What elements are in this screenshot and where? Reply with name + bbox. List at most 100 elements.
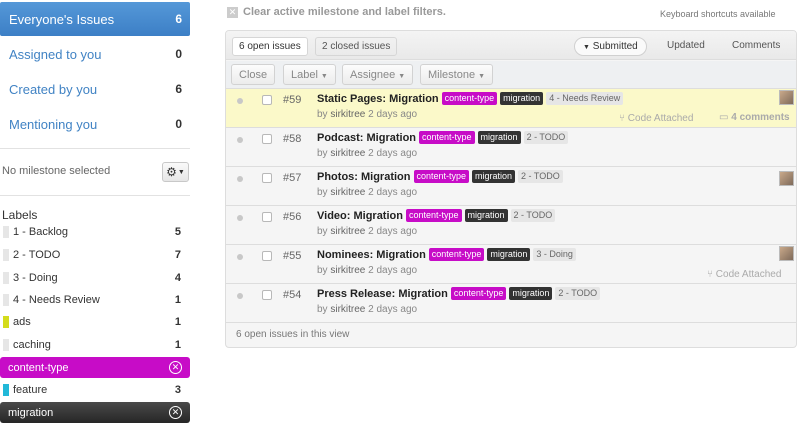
remove-filter-icon[interactable]: ✕	[169, 361, 182, 374]
issue-label[interactable]: 2 - TODO	[510, 209, 556, 222]
avatar[interactable]	[779, 90, 794, 105]
issue-checkbox[interactable]	[262, 134, 272, 144]
tab-open-issues[interactable]: 6 open issues	[232, 37, 308, 56]
issue-label[interactable]: 4 - Needs Review	[546, 92, 624, 105]
sort-comments[interactable]: Comments	[732, 37, 780, 56]
issue-author[interactable]: sirkitree	[330, 226, 365, 237]
issue-label[interactable]: content-type	[441, 92, 498, 105]
issue-title-line: Photos: Migration content-type migration…	[317, 170, 566, 183]
issue-label[interactable]: content-type	[405, 209, 462, 222]
issue-checkbox[interactable]	[262, 290, 272, 300]
issue-checkbox[interactable]	[262, 251, 272, 261]
label-item-4-needs-review[interactable]: 4 - Needs Review 1	[0, 290, 190, 310]
label-item-1-backlog[interactable]: 1 - Backlog 5	[0, 222, 190, 242]
filter-count: 6	[175, 12, 182, 26]
issue-checkbox[interactable]	[262, 95, 272, 105]
issue-row[interactable]: #59 Static Pages: Migration content-type…	[226, 89, 796, 128]
issue-time: 2 days ago	[368, 109, 418, 120]
label-swatch	[3, 272, 9, 284]
caret-down-icon: ▼	[320, 73, 328, 80]
tab-closed-issues[interactable]: 2 closed issues	[315, 37, 398, 56]
keyboard-shortcuts-link[interactable]: Keyboard shortcuts available	[660, 9, 776, 19]
label-count: 3	[174, 384, 181, 396]
gear-icon: ⚙	[166, 165, 177, 179]
sort-updated[interactable]: Updated	[667, 37, 705, 56]
code-attached-indicator: ⑂ Code Attached	[619, 113, 693, 124]
milestone-settings-button[interactable]: ⚙ ▼	[162, 162, 189, 182]
avatar[interactable]	[779, 246, 794, 261]
caret-down-icon: ▼	[583, 44, 590, 51]
sort-submitted[interactable]: ▼ Submitted	[574, 37, 647, 56]
issue-title[interactable]: Photos: Migration	[317, 171, 411, 183]
label-name: 4 - Needs Review	[13, 294, 100, 306]
issue-row[interactable]: #57 Photos: Migration content-type migra…	[226, 167, 796, 206]
divider	[0, 195, 190, 196]
issue-label[interactable]: content-type	[428, 248, 485, 261]
label-dropdown[interactable]: Label ▼	[283, 64, 336, 85]
issue-label[interactable]: migration	[500, 92, 544, 105]
label-name: migration	[8, 406, 54, 419]
issue-row[interactable]: #54 Press Release: Migration content-typ…	[226, 284, 796, 323]
issue-checkbox[interactable]	[262, 173, 272, 183]
assignee-dropdown[interactable]: Assignee ▼	[342, 64, 414, 85]
issue-title[interactable]: Nominees: Migration	[317, 249, 426, 261]
close-button[interactable]: Close	[231, 64, 276, 85]
issue-label[interactable]: migration	[509, 287, 553, 300]
issue-label[interactable]: 2 - TODO	[518, 170, 563, 183]
issue-title[interactable]: Static Pages: Migration	[317, 93, 439, 105]
issue-author[interactable]: sirkitree	[330, 304, 365, 315]
filter-assigned-to-you[interactable]: Assigned to you 0	[0, 37, 190, 71]
issue-label[interactable]: migration	[464, 209, 508, 222]
issue-title[interactable]: Press Release: Migration	[317, 288, 448, 300]
issue-meta: by sirkitree 2 days ago	[317, 304, 418, 315]
code-attached-text: Code Attached	[627, 113, 694, 124]
issue-label[interactable]: content-type	[450, 287, 507, 300]
filter-mentioning-you[interactable]: Mentioning you 0	[0, 107, 190, 141]
filter-created-by-you[interactable]: Created by you 6	[0, 72, 190, 106]
issue-number: #55	[283, 250, 302, 262]
label-item-caching[interactable]: caching 1	[0, 335, 190, 355]
issue-label[interactable]: migration	[487, 248, 531, 261]
issue-label[interactable]: migration	[477, 131, 521, 144]
label-item-feature[interactable]: feature 3	[0, 380, 190, 400]
issue-label[interactable]: 2 - TODO	[523, 131, 569, 144]
issue-author[interactable]: sirkitree	[330, 109, 365, 120]
label-item-migration[interactable]: migration ✕	[0, 402, 190, 423]
label-item-3-doing[interactable]: 3 - Doing 4	[0, 268, 190, 288]
issue-checkbox[interactable]	[262, 212, 272, 222]
filter-everyones-issues[interactable]: Everyone's Issues 6	[0, 2, 190, 36]
remove-filter-icon[interactable]: ✕	[169, 406, 182, 419]
issue-label[interactable]: content-type	[419, 131, 475, 144]
issue-author[interactable]: sirkitree	[330, 148, 365, 159]
issue-row[interactable]: #58 Podcast: Migration content-type migr…	[226, 128, 796, 167]
divider	[0, 148, 190, 149]
issue-label[interactable]: migration	[472, 170, 516, 183]
label-swatch	[3, 339, 9, 351]
milestone-dropdown[interactable]: Milestone ▼	[420, 64, 494, 85]
label-item-2-todo[interactable]: 2 - TODO 7	[0, 245, 190, 265]
issue-label[interactable]: 2 - TODO	[555, 287, 601, 300]
sidebar: Everyone's Issues 6 Assigned to you 0 Cr…	[0, 0, 191, 423]
label-item-ads[interactable]: ads 1	[0, 312, 190, 332]
label-item-content-type[interactable]: content-type ✕	[0, 357, 190, 378]
issue-label[interactable]: content-type	[413, 170, 470, 183]
issue-row[interactable]: #56 Video: Migration content-type migrat…	[226, 206, 796, 245]
comments-link[interactable]: ▭ 4 comments	[719, 112, 790, 123]
issue-title[interactable]: Podcast: Migration	[317, 132, 416, 144]
avatar[interactable]	[779, 171, 794, 186]
clear-filters-text: Clear active milestone and label filters…	[243, 6, 446, 18]
issue-author[interactable]: sirkitree	[330, 265, 365, 276]
label-count: 4	[174, 272, 181, 284]
label-name: 2 - TODO	[13, 249, 61, 261]
issue-row[interactable]: #55 Nominees: Migration content-type mig…	[226, 245, 796, 284]
filter-count: 0	[175, 117, 182, 131]
issue-title[interactable]: Video: Migration	[317, 210, 403, 222]
issue-author[interactable]: sirkitree	[330, 187, 365, 198]
clear-filters-link[interactable]: ✕ Clear active milestone and label filte…	[227, 6, 446, 18]
label-count: 1	[174, 316, 181, 328]
issue-meta: by sirkitree 2 days ago	[317, 109, 418, 120]
caret-down-icon: ▼	[177, 168, 185, 176]
issue-label[interactable]: 3 - Doing	[533, 248, 576, 261]
status-dot-icon	[237, 137, 243, 143]
caret-down-icon: ▼	[478, 73, 486, 80]
